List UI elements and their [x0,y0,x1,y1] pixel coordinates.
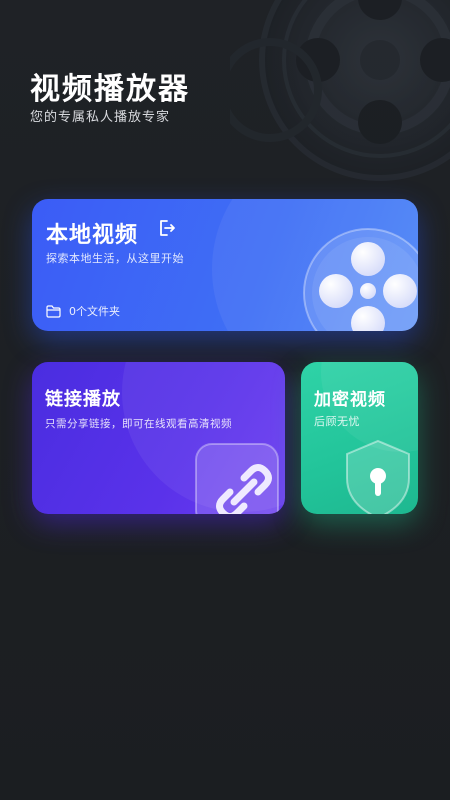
header: 视频播放器 您的专属私人播放专家 [30,72,190,125]
link-play-card[interactable]: 链接播放 只需分享链接，即可在线观看高清视频 [32,362,285,514]
secure-video-title: 加密视频 [314,390,386,410]
folder-count-row[interactable]: 0个文件夹 [46,303,120,319]
home-screen: 视频播放器 您的专属私人播放专家 本地视频 探索本地生活，从这里开始 0个文件夹 [0,0,450,800]
shield-lock-icon [346,439,410,514]
link-play-title: 链接播放 [45,389,121,410]
film-reel-icon [303,228,418,331]
local-video-title: 本地视频 [46,223,139,248]
link-play-description: 只需分享链接，即可在线观看高清视频 [45,418,232,430]
film-reel-decoration-icon [230,0,450,181]
folder-icon [46,304,61,318]
app-title: 视频播放器 [30,72,190,107]
secure-video-card[interactable]: 加密视频 后顾无忧 [301,362,418,514]
local-video-description: 探索本地生活，从这里开始 [46,252,184,265]
folder-count-label: 0个文件夹 [69,305,120,318]
chain-link-icon [195,443,279,514]
enter-icon [160,220,175,236]
app-subtitle: 您的专属私人播放专家 [30,110,171,125]
secure-video-description: 后顾无忧 [314,415,360,428]
local-video-card[interactable]: 本地视频 探索本地生活，从这里开始 0个文件夹 [32,199,418,331]
